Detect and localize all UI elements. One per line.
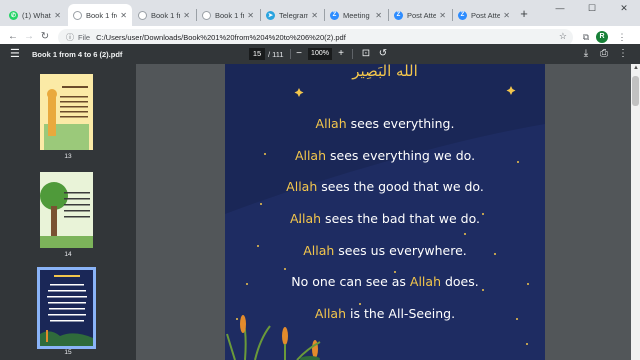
pdf-tab-icon <box>202 10 211 20</box>
close-icon[interactable]: ✕ <box>503 11 510 20</box>
text-line-2: Allah sees everything we do. <box>294 148 476 163</box>
tab-label: Meeting Info <box>343 10 372 20</box>
minimize-icon[interactable]: — <box>544 0 576 18</box>
forward-arrow-icon[interactable]: → <box>22 30 36 44</box>
fit-page-icon[interactable]: ⊡ <box>359 47 373 61</box>
more-menu-icon[interactable]: ⋮ <box>616 31 628 43</box>
url-text[interactable]: C:/Users/user/Downloads/Book%201%20from%… <box>96 33 346 42</box>
thumbnail-page-15[interactable] <box>37 267 96 349</box>
page-number-input[interactable]: 15 <box>249 48 265 60</box>
zoom-input[interactable]: 100% <box>308 48 332 60</box>
tab-label: Book 1 from <box>151 10 181 20</box>
tab-whatsapp[interactable]: ✆ (1) WhatsApp ✕ <box>4 4 66 26</box>
thumbnail-label: 14 <box>64 251 72 258</box>
toolbar-divider <box>290 49 291 59</box>
pdf-tab-icon <box>138 10 147 20</box>
thumbnail-page-13[interactable] <box>40 74 93 150</box>
download-icon[interactable]: ⤓ <box>579 47 593 61</box>
text-line-7: Allah is the All-Seeing. <box>314 306 456 321</box>
toolbar-divider <box>352 49 353 59</box>
rotate-icon[interactable]: ↺ <box>376 47 390 61</box>
telegram-icon: ➤ <box>266 10 275 20</box>
tree-illustration <box>40 172 93 248</box>
text-line-6: No one can see as Allah does. <box>291 274 479 289</box>
print-icon[interactable]: ⎙ <box>597 47 611 61</box>
maximize-icon[interactable]: ☐ <box>576 0 608 18</box>
close-icon[interactable]: ✕ <box>183 11 190 20</box>
thumbnail-label: 13 <box>64 153 72 160</box>
text-line-3: Allah sees the good that we do. <box>286 179 484 194</box>
close-icon[interactable]: ✕ <box>247 11 254 20</box>
whatsapp-icon: ✆ <box>9 10 18 20</box>
close-icon[interactable]: ✕ <box>375 11 382 20</box>
close-icon[interactable]: ✕ <box>54 11 61 20</box>
thumbnail-label: 15 <box>64 349 72 356</box>
tab-label: Post Attendee <box>471 10 501 20</box>
zoom-icon: Z <box>394 10 403 20</box>
tab-post-attendee-2[interactable]: Z Post Attendee ✕ <box>453 4 515 26</box>
tab-book-2[interactable]: Book 1 from ✕ <box>133 4 195 26</box>
thumbnail-sidebar: 13 14 15 <box>0 64 136 360</box>
arabic-title: الله البَصِير <box>352 64 418 80</box>
tab-label: Telegram <box>279 10 309 20</box>
text-line-5: Allah sees us everywhere. <box>303 243 467 258</box>
back-arrow-icon[interactable]: ← <box>6 30 20 44</box>
reload-icon[interactable]: ↻ <box>38 30 52 44</box>
tab-book-active[interactable]: Book 1 from ✕ <box>68 4 132 26</box>
text-line-4: Allah sees the bad that we do. <box>289 211 481 226</box>
new-tab-button[interactable]: + <box>516 6 532 22</box>
thumbnail-page-14[interactable] <box>40 172 93 248</box>
pdf-viewer[interactable]: الله البَصِير Allah sees everything. All… <box>136 64 631 360</box>
zoom-icon: Z <box>458 10 467 20</box>
vertical-scrollbar[interactable]: ▲ <box>631 64 640 360</box>
more-options-icon[interactable]: ⋮ <box>616 47 630 61</box>
scroll-up-arrow-icon[interactable]: ▲ <box>633 65 639 71</box>
info-icon[interactable]: ⓘ <box>66 32 74 43</box>
hamburger-menu-icon[interactable]: ☰ <box>10 47 20 60</box>
tab-label: Book 1 from <box>215 10 245 20</box>
close-icon[interactable]: ✕ <box>120 11 127 20</box>
pdf-tab-icon <box>73 10 82 20</box>
close-icon[interactable]: ✕ <box>311 11 318 20</box>
zoom-in-icon[interactable]: + <box>334 47 348 61</box>
document-title: Book 1 from 4 to 6 (2).pdf <box>32 50 123 59</box>
giraffe-illustration <box>40 74 93 150</box>
pdf-page: الله البَصِير Allah sees everything. All… <box>225 64 545 360</box>
page-total: / 111 <box>268 50 284 59</box>
bookmark-star-icon[interactable]: ☆ <box>559 31 567 42</box>
avatar[interactable]: R <box>596 31 608 43</box>
window-close-icon[interactable]: ✕ <box>608 0 640 18</box>
zoom-out-icon[interactable]: − <box>292 47 306 61</box>
zoom-icon: Z <box>330 10 339 20</box>
tab-label: Book 1 from <box>86 10 117 20</box>
tab-label: (1) WhatsApp <box>22 10 51 20</box>
url-scheme: File <box>78 33 91 42</box>
tab-strip: ✆ (1) WhatsApp ✕ Book 1 from ✕ Book 1 fr… <box>0 0 640 26</box>
tab-post-attendee-1[interactable]: Z Post Attendee ✕ <box>389 4 451 26</box>
text-line-1: Allah sees everything. <box>315 116 455 131</box>
night-sky-illustration <box>40 270 93 346</box>
tab-telegram[interactable]: ➤ Telegram ✕ <box>261 4 323 26</box>
scrollbar-thumb[interactable] <box>632 76 639 106</box>
tab-meeting-info[interactable]: Z Meeting Info ✕ <box>325 4 387 26</box>
tab-book-3[interactable]: Book 1 from ✕ <box>197 4 259 26</box>
extensions-puzzle-icon[interactable]: ⧉ <box>580 31 592 43</box>
close-icon[interactable]: ✕ <box>439 11 446 20</box>
pdf-toolbar: ☰ Book 1 from 4 to 6 (2).pdf 15 / 111 − … <box>0 44 640 64</box>
tab-label: Post Attendee <box>407 10 437 20</box>
